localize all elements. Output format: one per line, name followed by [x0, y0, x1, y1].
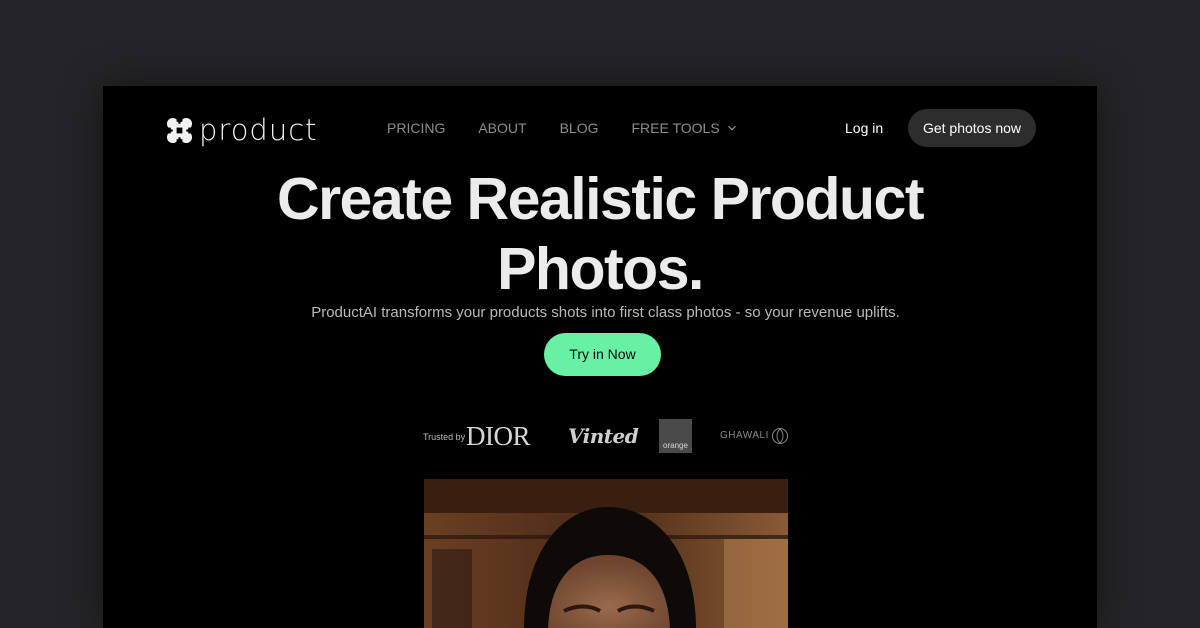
- brand-logo-vinted: Vinted: [568, 424, 639, 448]
- hero-subtitle: ProductAI transforms your products shots…: [311, 304, 900, 321]
- trusted-by-label: Trusted by: [423, 432, 466, 442]
- main-nav: PRICING ABOUT BLOG FREE TOOLS: [387, 119, 770, 137]
- nav-item-about[interactable]: ABOUT: [478, 119, 526, 137]
- get-photos-button[interactable]: Get photos now: [908, 109, 1036, 147]
- nav-item-free-tools-label: FREE TOOLS: [631, 120, 720, 136]
- browser-frame: product PRICING ABOUT BLOG FREE TOOLS Lo…: [103, 86, 1097, 628]
- chevron-down-icon: [727, 125, 736, 131]
- nav-item-blog[interactable]: BLOG: [560, 119, 599, 137]
- brand-logo-dior: DIOR: [466, 421, 531, 451]
- login-link[interactable]: Log in: [845, 119, 883, 137]
- hero-title: Create Realistic Product Photos.: [276, 166, 925, 302]
- nav-item-free-tools[interactable]: FREE TOOLS: [631, 119, 736, 137]
- nav-item-pricing[interactable]: PRICING: [387, 119, 445, 137]
- brand-logo-ghawali: GHAWALI: [720, 430, 769, 441]
- brand-logo[interactable]: product: [166, 113, 318, 147]
- try-now-button[interactable]: Try in Now: [544, 333, 661, 376]
- ghawali-emblem-icon: [772, 428, 788, 444]
- brand-name: product: [199, 113, 318, 147]
- hero-photo-image: [424, 479, 788, 628]
- brand-logo-orange: orange: [659, 419, 692, 453]
- clover-cross-icon: [166, 116, 193, 144]
- hero-product-photo: [424, 479, 788, 628]
